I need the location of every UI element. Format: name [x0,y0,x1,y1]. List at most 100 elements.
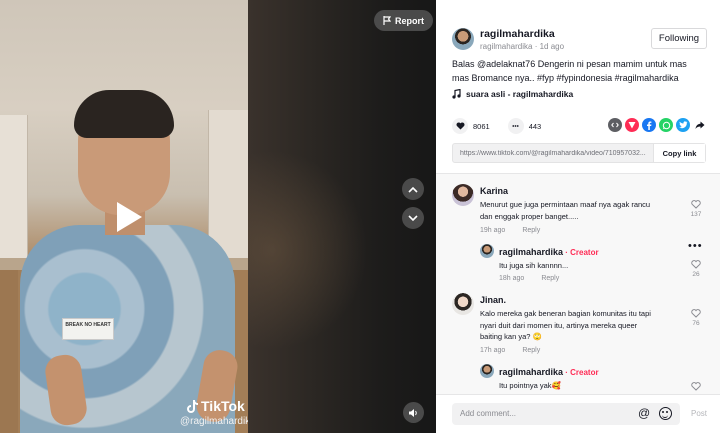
tiktok-brand: TikTok [201,398,245,414]
music-note-icon [452,89,461,99]
twitter-bird-icon [678,121,687,129]
like-count: 8061 [473,121,490,131]
more-options-icon[interactable]: ••• [688,240,703,252]
comment-meta: 18h ago Reply [499,275,559,282]
tiktok-watermark: TikTok [186,398,245,414]
video-description: Balas @adelaknat76 Dengerin ni pesan mam… [452,58,702,85]
reply-author-name: ragilmahardika [499,367,564,377]
comment-placeholder: Add comment... [460,409,517,418]
video-link-box: https://www.tiktok.com/@ragilmahardika/v… [452,143,706,163]
description-prefix: Balas [452,59,478,69]
meta-separator: · [532,42,540,51]
whatsapp-icon [662,121,670,129]
kitchen-cabinet-left [0,115,28,260]
post-time: 1d ago [539,42,565,51]
creator-avatar[interactable] [480,244,494,258]
comment-meta: 17h ago Reply [480,347,540,354]
share-options [608,118,707,132]
reply-author[interactable]: ragilmahardika · Creator [499,367,599,377]
mention-link[interactable]: @adelaknat76 [477,59,535,69]
author-name[interactable]: ragilmahardika [480,28,555,40]
comment-line: baiting kan ya? 🙄 [480,332,542,341]
music-title: suara asli - ragilmahardika [466,89,574,99]
comment-line: dan enggak proper banget..... [480,211,579,221]
comment-list[interactable]: Karina Menurut gue juga permintaan maaf … [436,174,720,394]
next-video-button[interactable] [402,207,424,229]
comment-composer: Add comment... @ Post [436,394,720,433]
tiktok-logo-icon [187,399,198,413]
previous-video-button[interactable] [402,178,424,200]
video-url: https://www.tiktok.com/@ragilmahardika/v… [460,149,646,157]
music-link[interactable]: suara asli - ragilmahardika [452,89,573,99]
heart-outline-icon [691,200,701,209]
comment-meta: 19h ago Reply [480,227,540,234]
comment-like-count: 76 [692,320,700,327]
author-handle[interactable]: ragilmahardika [480,42,532,51]
send-to-friends-button[interactable] [625,118,639,132]
shirt-print-text: BREAK NO HEART [65,322,111,328]
share-facebook-button[interactable] [642,118,656,132]
embed-code-icon [611,122,619,128]
mention-at-icon[interactable]: @ [638,406,650,420]
share-more-button[interactable] [693,118,707,132]
heart-outline-icon [691,260,701,269]
creator-badge: · Creator [563,248,599,257]
post-button[interactable]: Post [691,409,707,418]
shirt-print: BREAK NO HEART [62,318,114,340]
comment-count: 443 [528,121,542,131]
facebook-icon [647,121,652,130]
comment-like-count: 26 [692,271,700,278]
comment-line: Menurut gue juga permintaan maaf nya aga… [480,200,651,209]
reply-button[interactable]: Reply [522,227,540,234]
report-label: Report [395,15,424,26]
comment-time: 18h ago [499,275,525,282]
creator-badge: · Creator [563,368,599,377]
flag-icon [383,16,391,25]
comment-line: Itu juga sih kannnn... [499,261,569,270]
chevron-down-icon [408,214,418,221]
play-icon[interactable] [114,200,144,234]
commenter-avatar[interactable] [452,293,474,315]
like-button[interactable] [452,118,468,134]
commenter-name[interactable]: Karina [480,186,508,196]
copy-link-button[interactable]: Copy link [653,144,705,162]
following-button[interactable]: Following [651,28,707,49]
comment-dots-icon [512,125,519,127]
speaker-icon [409,408,417,417]
embed-button[interactable] [608,118,622,132]
comment-line: nyari duit dari momen itu, artinya merek… [480,320,638,330]
report-button[interactable]: Report [374,10,433,31]
paper-plane-icon [628,122,636,129]
author-subline: ragilmahardika · 1d ago [480,42,564,51]
comment-input[interactable]: Add comment... @ [452,403,680,425]
reply-button[interactable]: Reply [522,347,540,354]
commenter-avatar[interactable] [452,184,474,206]
share-twitter-button[interactable] [676,118,690,132]
person-hair [74,90,174,138]
reply-author[interactable]: ragilmahardika · Creator [499,247,599,257]
commenter-name[interactable]: Jinan. [480,295,506,305]
watermark-handle: @ragilmahardika [180,416,248,427]
comment-line: Kalo mereka gak beneran bagian komunitas… [480,309,651,318]
comment-like-count: 137 [690,211,702,218]
creator-avatar[interactable] [480,364,494,378]
comment-like-button[interactable] [689,378,703,394]
video-player[interactable]: BREAK NO HEART TikTok @ragilmahardika [0,0,248,433]
comment-time: 19h ago [480,227,506,234]
video-info-panel: ragilmahardika ragilmahardika · 1d ago F… [436,0,720,433]
engagement-stats: 8061 443 [452,118,559,134]
share-arrow-icon [695,121,705,129]
share-whatsapp-button[interactable] [659,118,673,132]
comment-text: Itu juga sih kannnn... [499,260,568,272]
heart-icon [456,122,464,130]
comment-line: Itu pointnya yak🥰 [499,381,561,390]
volume-button[interactable] [403,402,424,423]
comment-button[interactable] [507,118,524,134]
hashtags[interactable]: #fyp #fypindonesia #ragilmahardika [537,73,679,83]
heart-outline-icon [691,382,701,391]
heart-outline-icon [691,309,701,318]
author-avatar[interactable] [452,28,474,50]
reply-button[interactable]: Reply [541,275,559,282]
chevron-up-icon [408,186,418,193]
emoji-icon[interactable] [659,407,672,420]
